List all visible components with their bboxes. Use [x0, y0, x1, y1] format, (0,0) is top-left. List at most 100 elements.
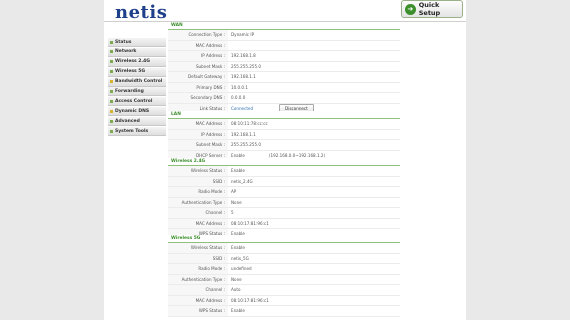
field-label: Channel :: [168, 208, 228, 218]
sidebar-item-advanced[interactable]: Advanced: [108, 117, 166, 127]
bullet-icon: [110, 70, 113, 74]
field-value: 5: [231, 210, 234, 216]
bullet-icon: [110, 60, 113, 64]
field-value: netis_2.4G: [231, 178, 253, 184]
bullet-icon: [110, 50, 113, 54]
bullet-icon: [110, 109, 113, 113]
quick-setup-icon: ➜: [405, 3, 416, 15]
table-row: Subnet Mask :255.255.255.0: [168, 61, 400, 72]
field-label: Radio Mode :: [168, 264, 228, 274]
field-value: 255.255.255.0: [231, 142, 261, 148]
wireless-24g-rows: Wireless Status : Enable SSID : netis_2.4G R…: [168, 166, 400, 240]
sidebar-item-status[interactable]: Status: [108, 38, 166, 47]
sidebar-item-label: Access Control: [115, 98, 153, 104]
dhcp-server-value: Enable: [231, 152, 245, 158]
sidebar-item-label: Wireless 2.4G: [115, 59, 150, 65]
wireless-5g-title: Wireless 5G: [168, 235, 400, 243]
lan-rows: MAC Address :08:10:11:78:cc:cc IP Address…: [168, 119, 400, 151]
field-label: Connection Type :: [168, 30, 228, 40]
sidebar-item-label: Advanced: [115, 118, 140, 124]
bullet-icon: [110, 129, 113, 133]
quick-setup-label: Quick Setup: [418, 1, 441, 17]
field-label: Authentication Type :: [168, 197, 228, 207]
table-row: IP Address :192.168.1.8: [168, 51, 400, 62]
dhcp-server-cell: Enable (192.168.0.0~192.168.1.2): [228, 153, 325, 158]
table-row: WPS Status : Enable: [168, 306, 400, 317]
sidebar-item-label: Dynamic DNS: [115, 108, 150, 114]
sidebar-item-wireless-2-4g[interactable]: Wireless 2.4G: [108, 57, 166, 67]
wan-title: WAN: [168, 22, 400, 30]
dhcp-range: (192.168.0.0~192.168.1.2): [268, 152, 326, 158]
field-value: 08:10:17:81:96:c1: [231, 220, 269, 226]
sidebar-item-label: Bandwidth Control: [115, 79, 163, 85]
wireless-5g-rows: Wireless Status : Enable SSID : netis_5G Rad…: [168, 243, 400, 317]
field-value: 192.168.1.1: [231, 131, 256, 137]
bullet-icon: [110, 119, 113, 123]
field-label: Radio Mode :: [168, 187, 228, 197]
table-row: MAC Address :: [168, 40, 400, 51]
table-row: MAC Address :08:10:17:81:96:c1: [168, 218, 400, 229]
table-row: Secondary DNS :0.0.0.0: [168, 93, 400, 104]
table-row: SSID : netis_2.4G: [168, 176, 400, 187]
wan-rows: Connection Type : Dynamic IP MAC Address :…: [168, 30, 400, 104]
wireless-24g-section: Wireless 2.4G Wireless Status : Enable SSI…: [168, 158, 400, 240]
field-value: undefined: [231, 266, 252, 272]
field-label: MAC Address :: [168, 295, 228, 305]
table-row: Primary DNS :10.0.0.1: [168, 82, 400, 93]
field-value: 192.168.1.1: [231, 74, 256, 80]
table-row: Subnet Mask :255.255.255.0: [168, 140, 400, 151]
field-label: MAC Address :: [168, 218, 228, 228]
field-label: IP Address :: [168, 51, 228, 61]
lan-section: LAN MAC Address :08:10:11:78:cc:cc IP Add…: [168, 111, 400, 161]
sidebar-item-access-control[interactable]: Access Control: [108, 97, 166, 107]
field-label: Default Gateway :: [168, 72, 228, 82]
field-value: 0.0.0.0: [231, 95, 246, 101]
sidebar-item-system-tools[interactable]: System Tools: [108, 127, 166, 137]
sidebar-item-network[interactable]: Network: [108, 47, 166, 57]
quick-setup-button[interactable]: ➜ Quick Setup: [401, 0, 463, 18]
field-label: Wireless Status :: [168, 243, 228, 253]
field-label: SSID :: [168, 176, 228, 186]
field-label: Subnet Mask :: [168, 61, 228, 71]
field-value: 192.168.1.8: [231, 53, 256, 59]
sidebar-item-label: Forwarding: [115, 88, 144, 94]
field-value: 10.0.0.1: [231, 84, 248, 90]
sidebar-item-wireless-5g[interactable]: Wireless 5G: [108, 67, 166, 77]
field-value: AP: [231, 189, 237, 195]
field-label: MAC Address :: [168, 119, 228, 129]
table-row: MAC Address :08:10:11:78:cc:cc: [168, 119, 400, 130]
field-value: Auto: [231, 287, 241, 293]
sidebar-item-bandwidth-control[interactable]: Bandwidth Control: [108, 77, 166, 87]
netis-logo: netis: [115, 2, 168, 23]
table-row: Channel : Auto: [168, 285, 400, 296]
sidebar-item-dynamic-dns[interactable]: Dynamic DNS: [108, 107, 166, 117]
wireless-5g-section: Wireless 5G Wireless Status : Enable SSID …: [168, 235, 400, 317]
field-label: Wireless Status :: [168, 166, 228, 176]
table-row: SSID : netis_5G: [168, 253, 400, 264]
field-value: 08:10:11:78:cc:cc: [231, 121, 268, 127]
table-row: IP Address :192.168.1.1: [168, 129, 400, 140]
lan-title: LAN: [168, 111, 400, 119]
field-label: Channel :: [168, 285, 228, 295]
field-value: Enable: [231, 245, 245, 251]
table-row: Authentication Type : None: [168, 274, 400, 285]
bullet-icon: [110, 40, 113, 44]
bullet-icon: [110, 80, 113, 84]
field-label: Authentication Type :: [168, 274, 228, 284]
field-label: Subnet Mask :: [168, 140, 228, 150]
sidebar-item-forwarding[interactable]: Forwarding: [108, 87, 166, 97]
table-row: Wireless Status : Enable: [168, 243, 400, 254]
field-label: SSID :: [168, 253, 228, 263]
field-label: IP Address :: [168, 129, 228, 139]
sidebar-item-label: Network: [115, 49, 137, 55]
field-value: None: [231, 276, 242, 282]
link-status-value: Connected: [231, 105, 254, 111]
field-value: netis_5G: [231, 255, 249, 261]
sidebar-item-label: Status: [115, 39, 132, 45]
field-label: Primary DNS :: [168, 82, 228, 92]
table-row: Default Gateway :192.168.1.1: [168, 72, 400, 83]
table-row: MAC Address :08:10:17:81:96:c1: [168, 295, 400, 306]
field-value: 08:10:17:81:96:c1: [231, 297, 269, 303]
field-value: Dynamic IP: [231, 32, 255, 38]
bullet-icon: [110, 99, 113, 103]
